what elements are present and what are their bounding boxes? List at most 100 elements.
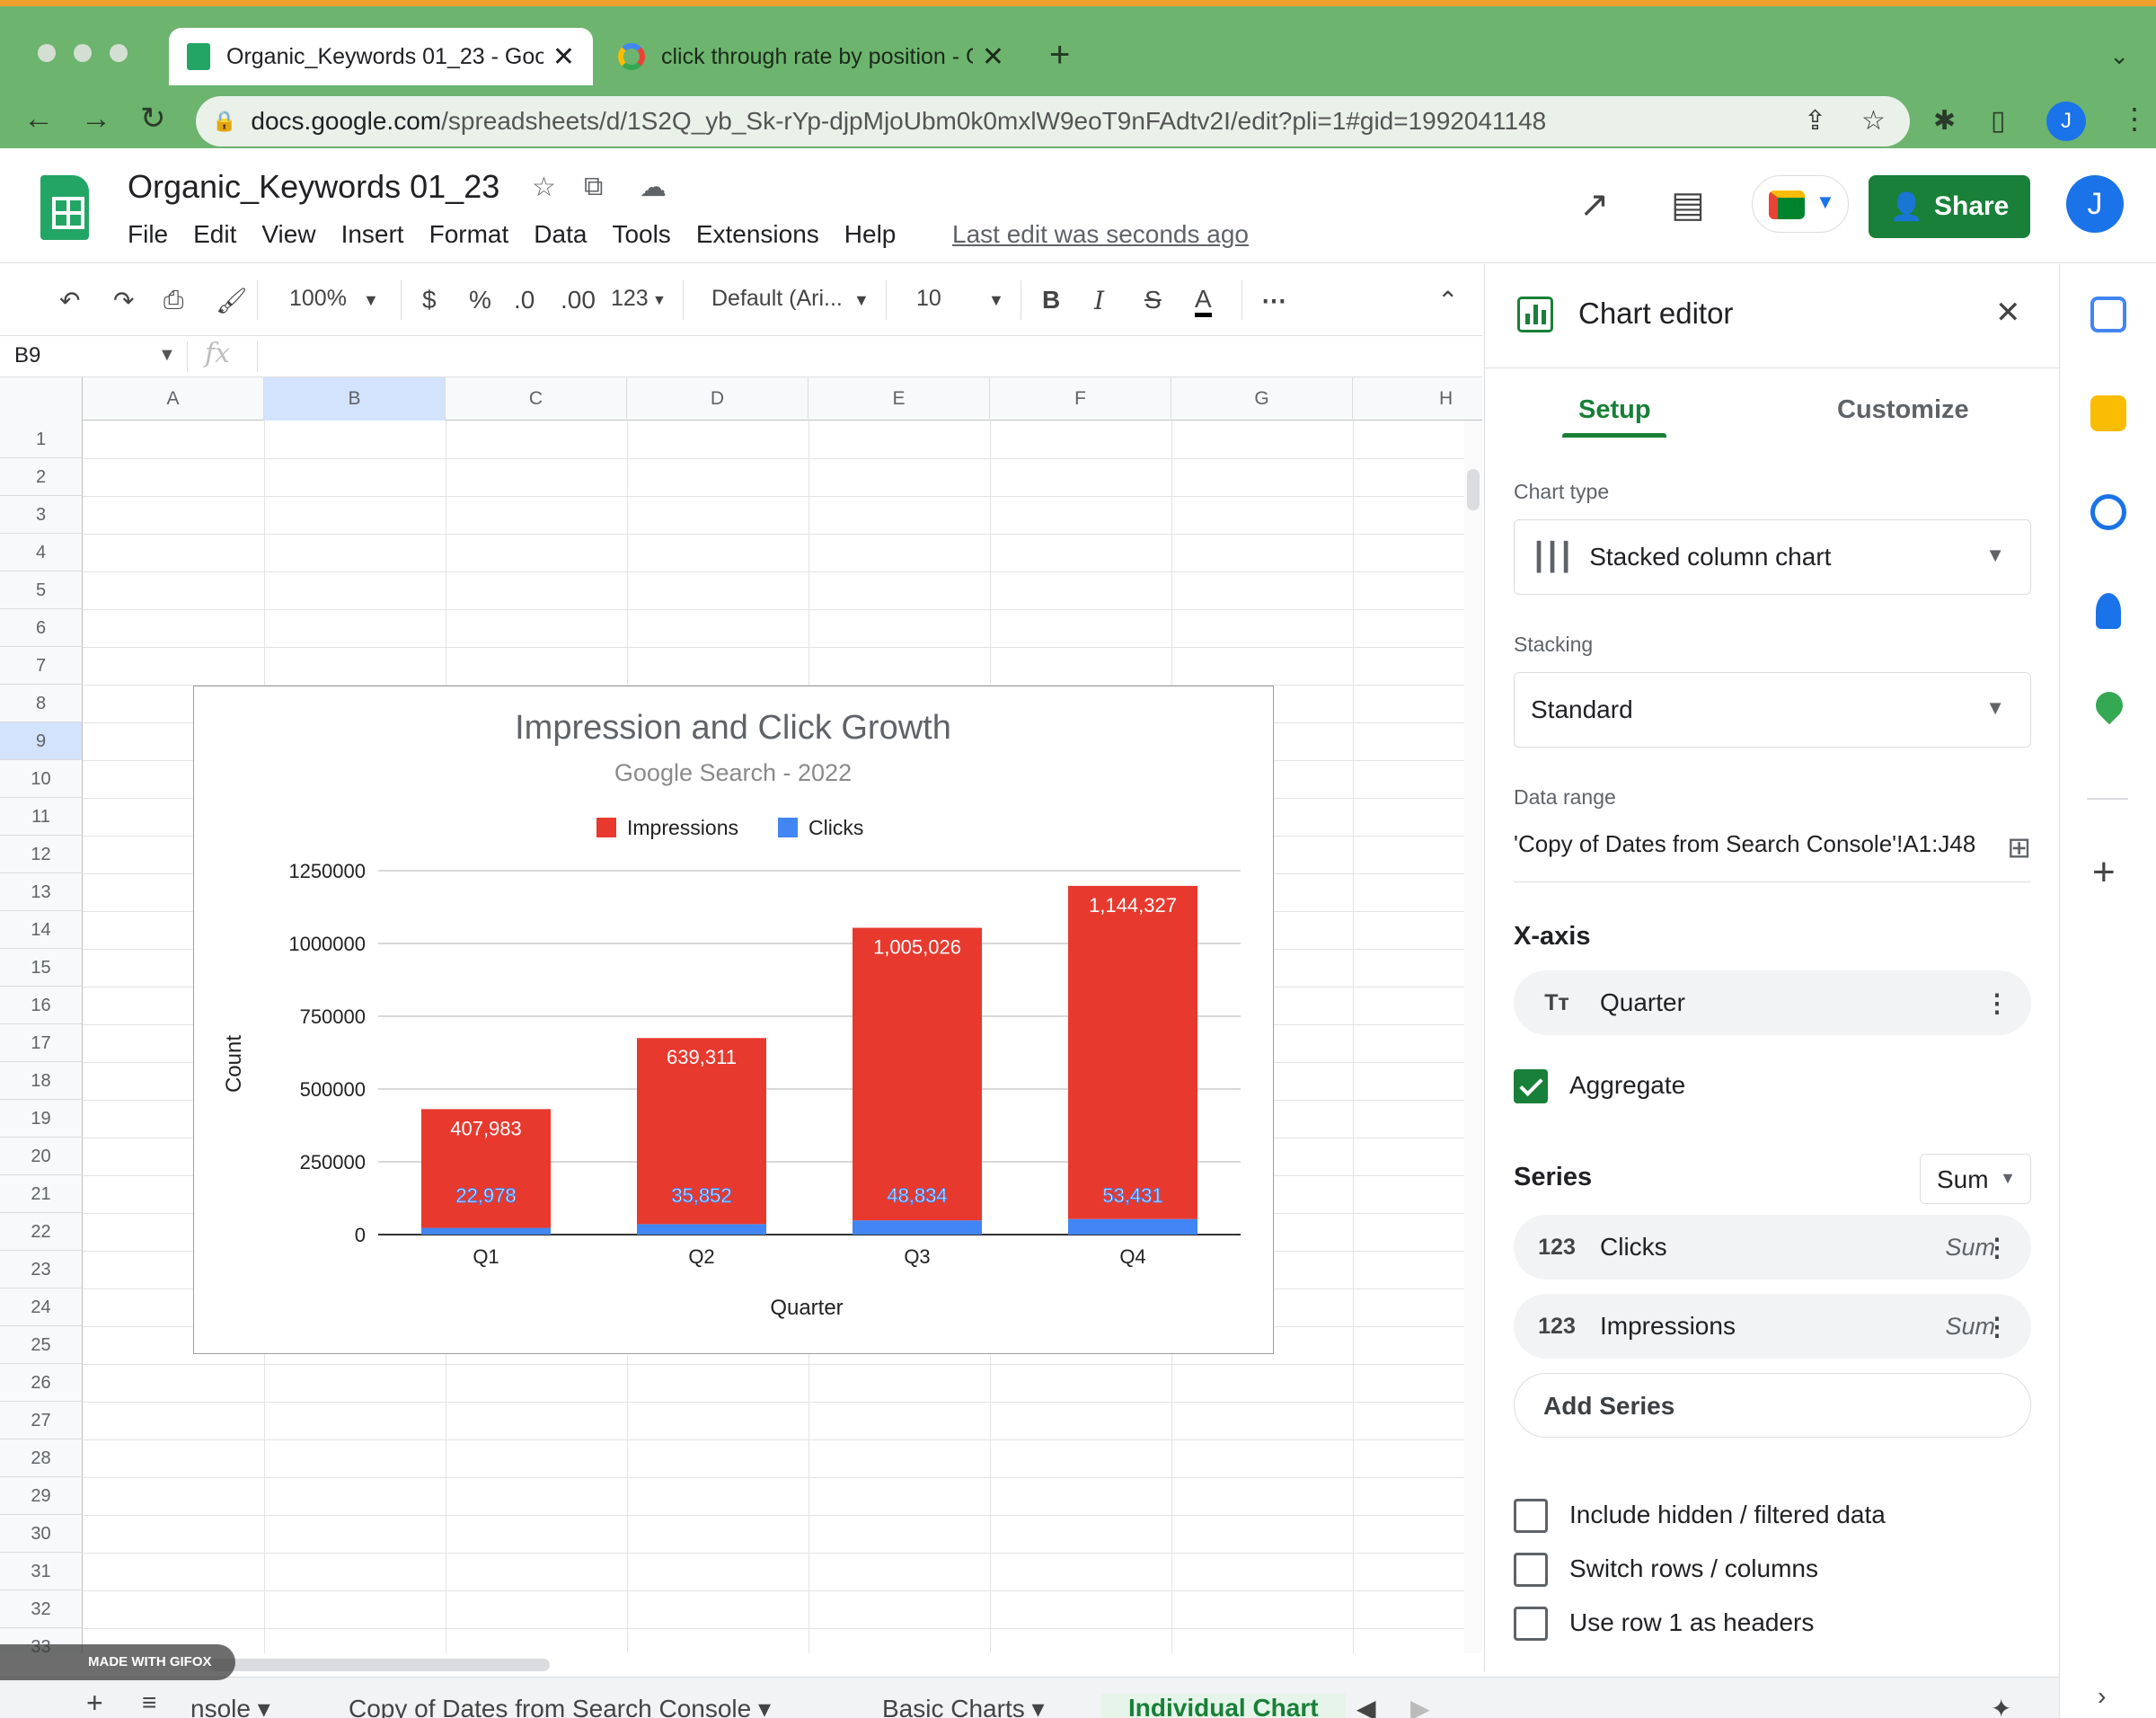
star-icon[interactable]: ☆: [532, 172, 556, 203]
currency-format-button[interactable]: $: [422, 286, 437, 314]
row-header[interactable]: 16: [0, 987, 83, 1024]
row-header[interactable]: 9: [0, 722, 83, 760]
row-header[interactable]: 28: [0, 1439, 83, 1477]
chevron-down-icon[interactable]: ▼: [158, 345, 176, 366]
chevron-down-icon[interactable]: ⌄: [2109, 42, 2129, 70]
undo-icon[interactable]: ↶: [59, 286, 80, 315]
column-header-c[interactable]: C: [446, 377, 627, 421]
font-size-select[interactable]: 10: [916, 286, 941, 312]
column-header-h[interactable]: H: [1353, 377, 1482, 421]
add-addon-icon[interactable]: +: [2092, 850, 2116, 895]
include-hidden-checkbox[interactable]: [1514, 1499, 1548, 1533]
explore-icon[interactable]: ✦: [1991, 1694, 2011, 1718]
cloud-saved-icon[interactable]: ☁: [640, 172, 667, 203]
more-vert-icon[interactable]: ⋮: [1984, 988, 2010, 1018]
calendar-icon[interactable]: [2090, 297, 2126, 332]
redo-icon[interactable]: ↷: [113, 286, 134, 315]
vertical-scrollbar[interactable]: [1464, 421, 1482, 1653]
keep-icon[interactable]: [2090, 395, 2126, 431]
bookmark-star-icon[interactable]: ☆: [1861, 105, 1886, 137]
name-box[interactable]: B9: [14, 343, 40, 368]
row-header[interactable]: 26: [0, 1364, 83, 1402]
sheet-tab-console[interactable]: nsole ▾: [190, 1694, 270, 1718]
x-axis-chip[interactable]: Tт Quarter ⋮: [1514, 970, 2031, 1035]
row-header[interactable]: 23: [0, 1251, 83, 1288]
column-header-d[interactable]: D: [627, 377, 808, 421]
series-aggregate-select[interactable]: Sum ▼: [1920, 1154, 2031, 1204]
data-range-input[interactable]: 'Copy of Dates from Search Console'!A1:J…: [1514, 830, 2031, 882]
row-header[interactable]: 29: [0, 1477, 83, 1515]
row-header[interactable]: 4: [0, 534, 83, 571]
row-header[interactable]: 24: [0, 1288, 83, 1326]
browser-menu-icon[interactable]: ⋮: [2120, 102, 2149, 136]
row-header[interactable]: 10: [0, 760, 83, 798]
activity-trend-icon[interactable]: ↗: [1579, 184, 1610, 226]
browser-tab-sheets[interactable]: Organic_Keywords 01_23 - Google Sheets ✕: [169, 28, 593, 85]
row-header[interactable]: 17: [0, 1024, 83, 1062]
row-header[interactable]: 31: [0, 1553, 83, 1590]
menu-view[interactable]: View: [261, 220, 315, 249]
row-header[interactable]: 3: [0, 496, 83, 534]
series-chip-impressions[interactable]: 123 Impressions Sum ⋮: [1514, 1294, 2031, 1359]
row-header[interactable]: 8: [0, 685, 83, 722]
row-header[interactable]: 14: [0, 911, 83, 949]
aggregate-checkbox[interactable]: [1514, 1069, 1548, 1103]
font-select[interactable]: Default (Ari...: [711, 286, 843, 312]
row-header[interactable]: 19: [0, 1100, 83, 1138]
scroll-tabs-right-icon[interactable]: ▶: [1410, 1694, 1430, 1718]
row-header[interactable]: 12: [0, 836, 83, 873]
close-icon[interactable]: ✕: [982, 41, 1004, 73]
increase-decimal-button[interactable]: .00: [561, 286, 596, 314]
scrollbar-thumb[interactable]: [208, 1659, 550, 1671]
sheet-tab-individual-chart[interactable]: Individual Chart: [1101, 1694, 1346, 1718]
chevron-down-icon[interactable]: ▼: [363, 291, 379, 310]
more-vert-icon[interactable]: ⋮: [1984, 1312, 2010, 1342]
extensions-puzzle-icon[interactable]: ✱: [1933, 105, 1956, 137]
stacking-select[interactable]: Standard ▼: [1514, 672, 2031, 748]
window-close-dot[interactable]: [38, 44, 56, 62]
reload-icon[interactable]: ↻: [140, 103, 166, 134]
chevron-down-icon[interactable]: ▼: [853, 291, 870, 310]
switch-rows-checkbox[interactable]: [1514, 1553, 1548, 1587]
more-vert-icon[interactable]: ⋮: [1984, 1233, 2010, 1262]
share-button[interactable]: 👤 Share: [1869, 175, 2030, 238]
column-header-b[interactable]: B: [264, 377, 446, 421]
column-header-g[interactable]: G: [1171, 377, 1353, 421]
row-header[interactable]: 30: [0, 1515, 83, 1553]
text-color-button[interactable]: A: [1195, 286, 1212, 317]
row-header[interactable]: 6: [0, 609, 83, 647]
contacts-icon[interactable]: [2096, 593, 2121, 629]
row-header[interactable]: 5: [0, 571, 83, 609]
strikethrough-button[interactable]: S: [1144, 286, 1162, 314]
sheets-logo-icon[interactable]: [40, 175, 89, 240]
tasks-icon[interactable]: [2090, 494, 2126, 530]
menu-tools[interactable]: Tools: [612, 220, 670, 249]
row1-headers-checkbox[interactable]: [1514, 1607, 1548, 1641]
row-header[interactable]: 22: [0, 1213, 83, 1251]
chevron-right-icon[interactable]: ›: [2098, 1682, 2106, 1711]
select-range-icon[interactable]: ⊞: [2007, 830, 2031, 864]
close-icon[interactable]: ✕: [552, 41, 575, 73]
embedded-chart[interactable]: Impression and Click Growth Google Searc…: [193, 686, 1274, 1354]
menu-help[interactable]: Help: [844, 220, 897, 249]
account-avatar[interactable]: J: [2066, 175, 2124, 233]
window-zoom-dot[interactable]: [110, 44, 128, 62]
row-header[interactable]: 13: [0, 873, 83, 911]
collapse-menu-icon[interactable]: ⌃: [1437, 286, 1458, 315]
document-title[interactable]: Organic_Keywords 01_23: [128, 168, 499, 206]
scrollbar-thumb[interactable]: [1467, 469, 1480, 510]
last-edit-link[interactable]: Last edit was seconds ago: [952, 220, 1249, 249]
menu-file[interactable]: File: [128, 220, 168, 249]
paint-format-icon[interactable]: 🖌: [216, 286, 248, 315]
all-sheets-icon[interactable]: ≡: [142, 1688, 156, 1717]
row-header[interactable]: 20: [0, 1138, 83, 1175]
chart-type-select[interactable]: ┃┃┃ Stacked column chart ▼: [1514, 519, 2031, 595]
column-header-f[interactable]: F: [990, 377, 1171, 421]
chevron-down-icon[interactable]: ▼: [652, 293, 667, 309]
column-header-a[interactable]: A: [83, 377, 264, 421]
side-panel-icon[interactable]: ▯: [1991, 105, 2006, 137]
browser-tab-google[interactable]: click through rate by position - Google …: [600, 28, 1022, 85]
new-tab-icon[interactable]: +: [1049, 37, 1070, 73]
tab-customize[interactable]: Customize: [1837, 395, 1969, 425]
forward-arrow-icon[interactable]: →: [81, 103, 111, 134]
